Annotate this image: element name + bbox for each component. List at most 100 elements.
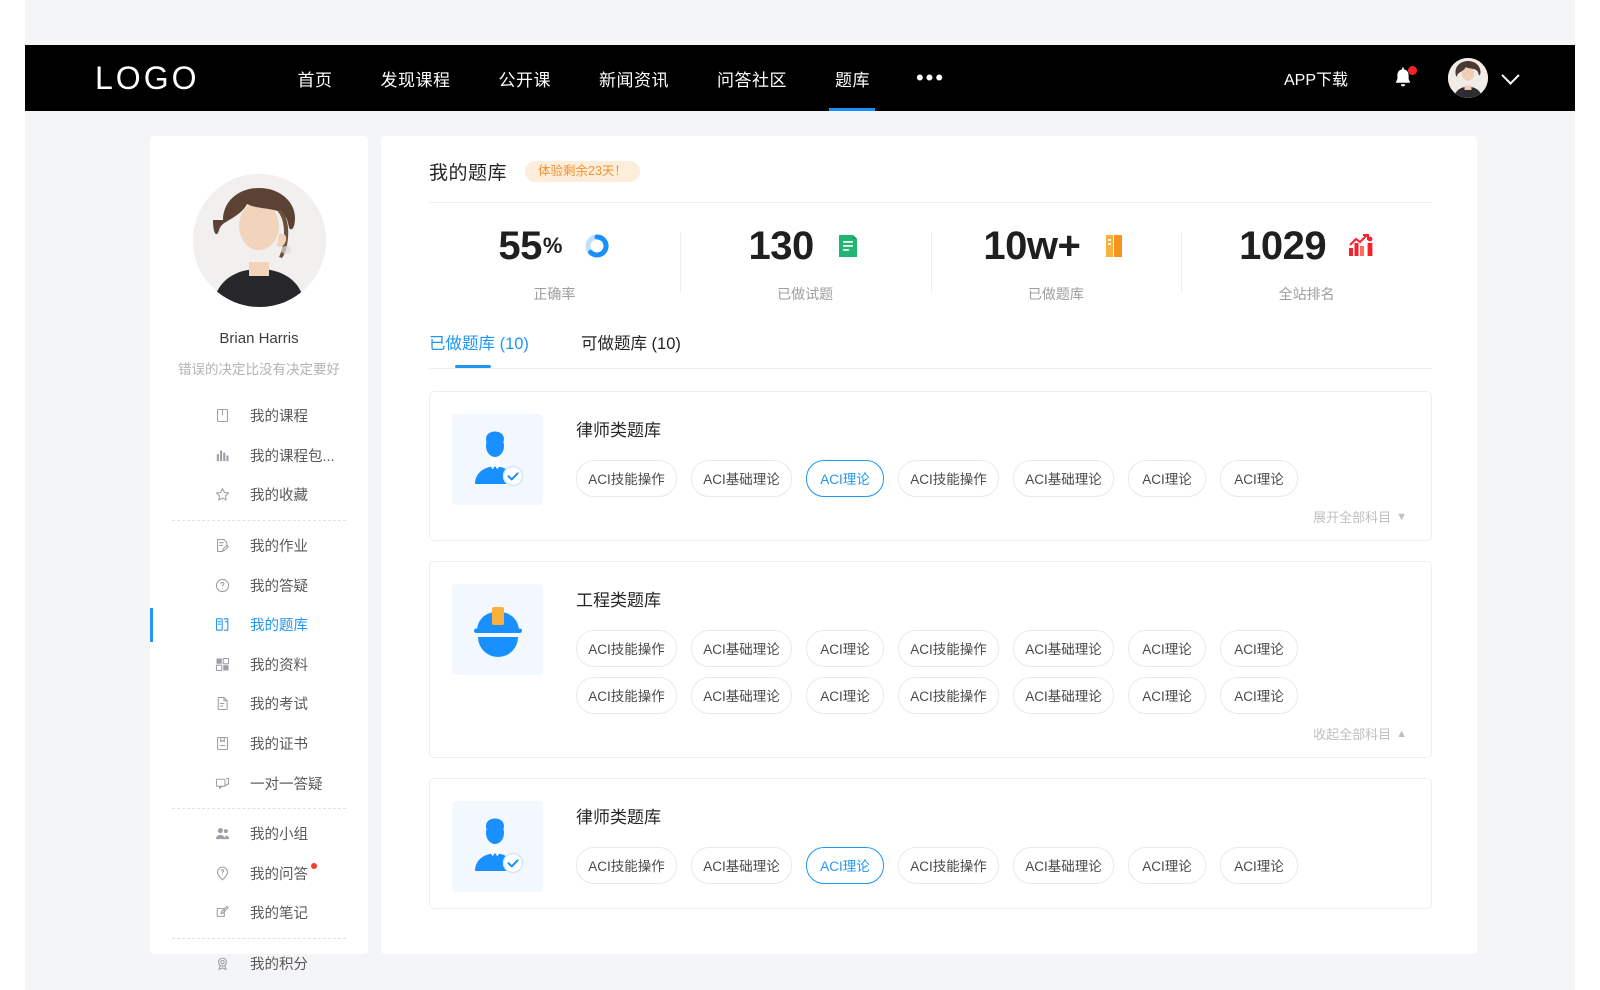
tabs-divider: [429, 368, 1432, 369]
sidebar-item-我的笔记[interactable]: 我的笔记: [172, 893, 346, 933]
subject-tag[interactable]: ACI理论: [1220, 847, 1298, 884]
subject-tag[interactable]: ACI理论: [806, 847, 884, 884]
subject-tag[interactable]: ACI理论: [1128, 460, 1206, 497]
subject-tags: ACI技能操作 ACI基础理论 ACI理论 ACI技能操作 ACI基础理论 ACI理论 AC…: [576, 460, 1407, 497]
notification-badge-dot: [1408, 66, 1417, 75]
stat-card-1: 55% 正确率: [429, 226, 680, 304]
subject-tag[interactable]: ACI技能操作: [576, 460, 677, 497]
stat-label: 已做试题: [777, 284, 833, 304]
sidebar-item-我的考试[interactable]: 我的考试: [172, 684, 346, 724]
sidebar-item-我的问答[interactable]: 我的问答: [172, 854, 346, 894]
tab-1[interactable]: 已做题库 (10): [429, 330, 529, 368]
subject-tag[interactable]: ACI基础理论: [1013, 677, 1114, 714]
sidebar-item-我的收藏[interactable]: 我的收藏: [172, 475, 346, 515]
question-bank-body: 律师类题库ACI技能操作ACI基础理论ACI理论ACI技能操作ACI基础理论AC…: [576, 414, 1407, 526]
certificate-icon: [213, 735, 231, 753]
question-bank-thumbnail: [452, 584, 543, 675]
subject-tag[interactable]: ACI基础理论: [1013, 847, 1114, 884]
question-bank-card[interactable]: 工程类题库ACI技能操作ACI基础理论ACI理论ACI技能操作ACI基础理论AC…: [429, 561, 1432, 758]
homework-icon: [213, 537, 231, 555]
page-header: 我的题库 体验剩余23天！: [429, 158, 1432, 202]
site-logo[interactable]: LOGO: [95, 62, 199, 94]
subject-tag[interactable]: ACI理论: [1220, 677, 1298, 714]
notification-bell-button[interactable]: [1392, 67, 1414, 90]
subject-tag[interactable]: ACI基础理论: [691, 630, 792, 667]
nav-item-6[interactable]: 题库: [811, 45, 894, 111]
subject-tag[interactable]: ACI理论: [1128, 630, 1206, 667]
subject-tag[interactable]: ACI基础理论: [1013, 630, 1114, 667]
subject-tag[interactable]: ACI理论: [806, 677, 884, 714]
sidebar-item-我的课程[interactable]: 我的课程: [172, 396, 346, 436]
question-bank-icon: [213, 616, 231, 634]
subject-tag[interactable]: ACI技能操作: [576, 677, 677, 714]
subject-tag[interactable]: ACI技能操作: [576, 630, 677, 667]
yellow-book-icon: [1102, 233, 1128, 259]
subject-tag[interactable]: ACI技能操作: [898, 460, 999, 497]
subject-tag[interactable]: ACI理论: [1128, 677, 1206, 714]
subject-tag[interactable]: ACI理论: [806, 630, 884, 667]
chevron-down-icon[interactable]: [1501, 66, 1519, 84]
subject-tag[interactable]: ACI技能操作: [898, 847, 999, 884]
top-navigation-bar: LOGO 首页发现课程公开课新闻资讯问答社区题库 ••• APP下载: [25, 45, 1575, 111]
subject-tag[interactable]: ACI技能操作: [898, 630, 999, 667]
subject-tags: ACI技能操作 ACI基础理论 ACI理论 ACI技能操作 ACI基础理论 ACI理论 AC…: [576, 847, 1407, 884]
subject-tag[interactable]: ACI理论: [1220, 460, 1298, 497]
trial-status-badge: 体验剩余23天！: [525, 161, 640, 183]
page-root: LOGO 首页发现课程公开课新闻资讯问答社区题库 ••• APP下载: [25, 0, 1575, 990]
profile-motto: 错误的决定比没有决定要好: [178, 358, 340, 378]
stats-row: 55% 正确率130 已做试题10w+ 已做题库1029 全站排名: [429, 203, 1432, 320]
sidebar-item-label: 我的答疑: [250, 575, 308, 596]
subject-tag[interactable]: ACI理论: [1220, 630, 1298, 667]
sidebar-item-我的作业[interactable]: 我的作业: [172, 526, 346, 566]
sidebar-item-我的证书[interactable]: 我的证书: [172, 724, 346, 764]
sidebar-item-我的题库[interactable]: 我的题库: [172, 605, 346, 645]
toggle-subjects-label: 收起全部科目: [1313, 724, 1391, 743]
user-sidebar: Brian Harris 错误的决定比没有决定要好 我的课程我的课程包...我的…: [150, 136, 368, 954]
avatar[interactable]: [1448, 58, 1488, 98]
sidebar-item-我的资料[interactable]: 我的资料: [172, 645, 346, 685]
nav-item-3[interactable]: 公开课: [474, 45, 575, 111]
nav-item-5[interactable]: 问答社区: [693, 45, 811, 111]
nav-item-2[interactable]: 发现课程: [356, 45, 474, 111]
nav-item-4[interactable]: 新闻资讯: [575, 45, 693, 111]
page-title: 我的题库: [429, 158, 507, 185]
stat-label: 已做题库: [1028, 284, 1084, 304]
sidebar-item-我的小组[interactable]: 我的小组: [172, 814, 346, 854]
sidebar-item-label: 我的作业: [250, 535, 308, 556]
subject-tag[interactable]: ACI基础理论: [691, 677, 792, 714]
sidebar-item-一对一答疑[interactable]: 一对一答疑: [172, 763, 346, 803]
question-bank-thumbnail: [452, 801, 543, 892]
subject-tag[interactable]: ACI技能操作: [576, 847, 677, 884]
stat-card-4: 1029 全站排名: [1181, 226, 1432, 304]
toggle-subjects-button[interactable]: 展开全部科目▼: [576, 507, 1407, 526]
star-icon: [213, 486, 231, 504]
sidebar-item-我的积分[interactable]: 我的积分: [172, 944, 346, 984]
question-bank-thumbnail: [452, 414, 543, 505]
question-bank-title: 律师类题库: [576, 416, 1407, 441]
toggle-subjects-button[interactable]: 收起全部科目▲: [576, 724, 1407, 743]
question-bank-card[interactable]: 律师类题库ACI技能操作ACI基础理论ACI理论ACI技能操作ACI基础理论AC…: [429, 391, 1432, 541]
subject-tag[interactable]: ACI理论: [1128, 847, 1206, 884]
question-circle-icon: [213, 576, 231, 594]
question-bank-card[interactable]: 律师类题库ACI技能操作ACI基础理论ACI理论ACI技能操作ACI基础理论AC…: [429, 778, 1432, 909]
medal-icon: [213, 955, 231, 973]
stat-value: 10w+: [983, 226, 1080, 266]
nav-more-button[interactable]: •••: [894, 45, 967, 111]
sidebar-item-我的课程包...[interactable]: 我的课程包...: [172, 436, 346, 476]
tab-2[interactable]: 可做题库 (10): [581, 330, 681, 368]
subject-tag[interactable]: ACI技能操作: [898, 677, 999, 714]
lawyer-avatar-icon: [469, 431, 527, 489]
red-rank-chart-icon: [1348, 233, 1374, 259]
subject-tag[interactable]: ACI理论: [806, 460, 884, 497]
subject-tag[interactable]: ACI基础理论: [691, 847, 792, 884]
lawyer-avatar-icon: [469, 818, 527, 876]
app-download-link[interactable]: APP下载: [1284, 66, 1348, 90]
subject-tag[interactable]: ACI基础理论: [691, 460, 792, 497]
profile-avatar[interactable]: [193, 174, 326, 307]
subject-tag[interactable]: ACI基础理论: [1013, 460, 1114, 497]
main-nav-items: 首页发现课程公开课新闻资讯问答社区题库: [273, 45, 894, 111]
unread-dot: [311, 863, 317, 869]
question-bank-body: 工程类题库ACI技能操作ACI基础理论ACI理论ACI技能操作ACI基础理论AC…: [576, 584, 1407, 743]
nav-item-1[interactable]: 首页: [273, 45, 356, 111]
sidebar-item-我的答疑[interactable]: 我的答疑: [172, 565, 346, 605]
